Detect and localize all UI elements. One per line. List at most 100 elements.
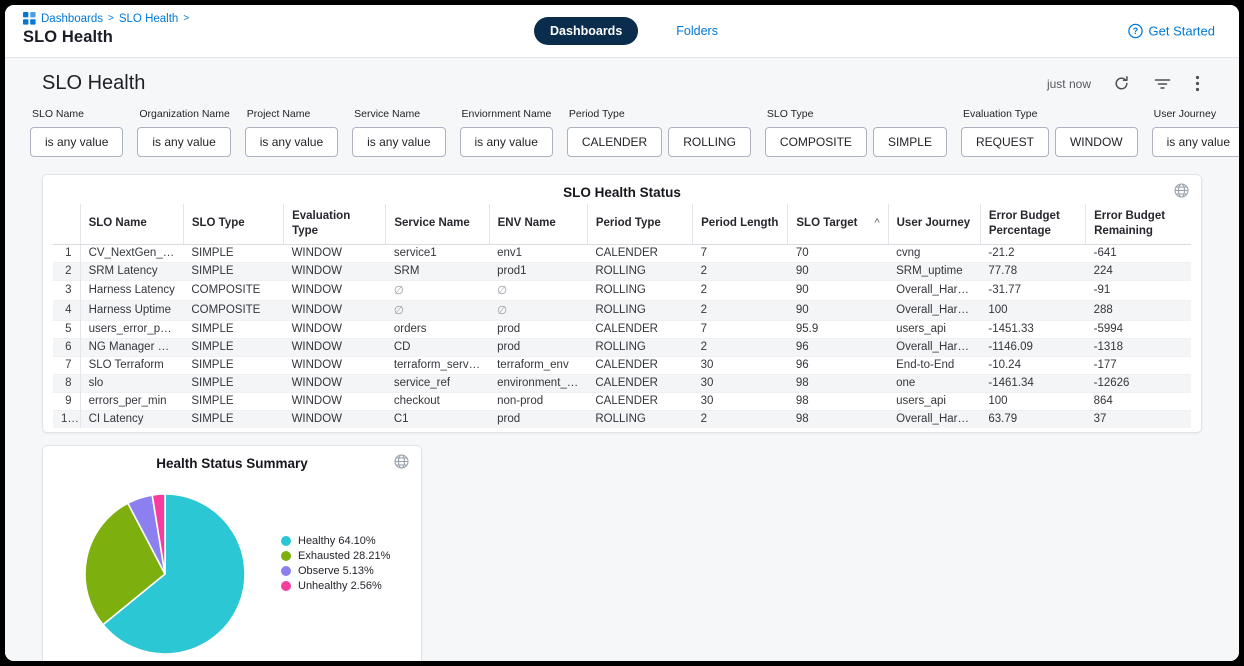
cell-period-length: 2 (693, 300, 788, 320)
filter-option-slo-type-composite[interactable]: COMPOSITE (765, 127, 867, 157)
filter-option-slo-type-simple[interactable]: SIMPLE (873, 127, 947, 157)
cell-slo-name: Harness Uptime (80, 300, 183, 320)
column-header-error-budget-remaining[interactable]: Error Budget Remaining (1086, 204, 1191, 244)
cell-period-type: ROLLING (587, 338, 692, 356)
slo-health-status-card: SLO Health Status SLO NameSLO TypeEvalua… (42, 174, 1202, 433)
column-header-env-name[interactable]: ENV Name (489, 204, 587, 244)
filter-controls: is any value (352, 127, 445, 157)
cell-period-length: 7 (693, 244, 788, 262)
get-started-link[interactable]: ? Get Started (1128, 24, 1215, 39)
globe-icon[interactable] (394, 454, 409, 474)
cell-error-budget-remaining: -641 (1086, 244, 1191, 262)
cell-evaluation-type: WINDOW (284, 410, 386, 428)
filter-option-evaluation-type-request[interactable]: REQUEST (961, 127, 1049, 157)
cell-slo-type: SIMPLE (183, 410, 283, 428)
filter-group-organization-name: Organization Nameis any value (137, 108, 230, 157)
breadcrumb-dashboards[interactable]: Dashboards (41, 13, 103, 25)
dashboard-header: SLO Health just now (42, 72, 1202, 95)
table-row[interactable]: 10CI LatencySIMPLEWINDOWC1prodROLLING298… (53, 410, 1191, 428)
filter-option-organization-name-is-any-value[interactable]: is any value (137, 127, 230, 157)
column-header-error-budget-percentage[interactable]: Error Budget Percentage (980, 204, 1085, 244)
row-number: 7 (53, 356, 80, 374)
cell-service-name: service1 (386, 244, 489, 262)
filter-option-slo-name-is-any-value[interactable]: is any value (30, 127, 123, 157)
table-row[interactable]: 8sloSIMPLEWINDOWservice_refenvironment_r… (53, 374, 1191, 392)
refresh-icon (1113, 75, 1130, 92)
column-label: Period Type (596, 217, 661, 229)
cell-user-journey: End-to-End (888, 356, 980, 374)
more-options-button[interactable] (1193, 73, 1202, 94)
column-header-slo-type[interactable]: SLO Type (183, 204, 283, 244)
table-row[interactable]: 6NG Manager LatencySIMPLEWINDOWCDprodROL… (53, 338, 1191, 356)
table-row[interactable]: 3Harness LatencyCOMPOSITEWINDOW∅∅ROLLING… (53, 280, 1191, 300)
column-header-evaluation-type[interactable]: Evaluation Type (284, 204, 386, 244)
column-header-slo-name[interactable]: SLO Name (80, 204, 183, 244)
pie-card-header: Health Status Summary (53, 454, 411, 475)
cell-service-name: ∅ (386, 280, 489, 300)
column-header-period-length[interactable]: Period Length (693, 204, 788, 244)
filter-option-user-journey-is-any-value[interactable]: is any value (1152, 127, 1239, 157)
filter-option-service-name-is-any-value[interactable]: is any value (352, 127, 445, 157)
cell-slo-type: SIMPLE (183, 320, 283, 338)
filter-controls: is any value (30, 127, 123, 157)
filter-group-project-name: Project Name is any value (245, 108, 338, 157)
cell-env-name: prod (489, 410, 587, 428)
tab-dashboards[interactable]: Dashboards (534, 17, 638, 45)
legend-item-observe[interactable]: Observe 5.13% (281, 565, 390, 577)
cell-slo-name: slo (80, 374, 183, 392)
filter-option-project-name-is-any-value[interactable]: is any value (245, 127, 338, 157)
cell-service-name: service_ref (386, 374, 489, 392)
dashboard-actions: just now (1047, 73, 1202, 94)
filter-option-enviornment-name-is-any-value[interactable]: is any value (460, 127, 553, 157)
tab-folders[interactable]: Folders (660, 17, 734, 45)
table-row[interactable]: 1CV_NextGen_ProdSIMPLEWINDOWservice1env1… (53, 244, 1191, 262)
cell-error-budget-percentage: 100 (980, 392, 1085, 410)
refresh-button[interactable] (1111, 73, 1132, 94)
table-row[interactable]: 5users_error_per_minSIMPLEWINDOWorderspr… (53, 320, 1191, 338)
cell-service-name: terraform_service (386, 356, 489, 374)
cell-slo-target: 90 (788, 280, 888, 300)
filter-option-period-type-calender[interactable]: CALENDER (567, 127, 662, 157)
cell-error-budget-remaining: -91 (1086, 280, 1191, 300)
filter-option-period-type-rolling[interactable]: ROLLING (668, 127, 751, 157)
pie-chart-area: Healthy 64.10% Exhausted 28.21% Observe 5.… (53, 475, 411, 661)
filters-toggle-button[interactable] (1152, 74, 1173, 93)
filter-group-slo-name: SLO Nameis any value (30, 108, 123, 157)
column-label: Error Budget Remaining (1094, 210, 1165, 237)
cell-user-journey: one (888, 374, 980, 392)
column-header-user-journey[interactable]: User Journey (888, 204, 980, 244)
globe-icon[interactable] (1174, 183, 1189, 203)
legend-item-exhausted[interactable]: Exhausted 28.21% (281, 550, 390, 562)
legend-item-unhealthy[interactable]: Unhealthy 2.56% (281, 580, 390, 592)
filter-label: Project Name (247, 108, 338, 120)
cell-slo-name: users_error_per_min (80, 320, 183, 338)
cell-user-journey: Overall_Harness (888, 300, 980, 320)
cell-error-budget-percentage: 100 (980, 300, 1085, 320)
column-label: Error Budget Percentage (989, 210, 1060, 237)
column-header-service-name[interactable]: Service Name (386, 204, 489, 244)
column-header-period-type[interactable]: Period Type (587, 204, 692, 244)
breadcrumb-slo-health[interactable]: SLO Health (119, 13, 178, 25)
row-number: 3 (53, 280, 80, 300)
cell-slo-target: 96 (788, 338, 888, 356)
cell-error-budget-remaining: 864 (1086, 392, 1191, 410)
cell-env-name: env1 (489, 244, 587, 262)
cell-period-type: CALENDER (587, 374, 692, 392)
legend-item-healthy[interactable]: Healthy 64.10% (281, 535, 390, 547)
filter-controls: is any value (460, 127, 553, 157)
filter-option-evaluation-type-window[interactable]: WINDOW (1055, 127, 1138, 157)
cell-slo-target: 96 (788, 356, 888, 374)
column-header-slo-target[interactable]: SLO Target^ (788, 204, 888, 244)
table-row[interactable]: 2SRM LatencySIMPLEWINDOWSRMprod1ROLLING2… (53, 262, 1191, 280)
table-row[interactable]: 7SLO TerraformSIMPLEWINDOWterraform_serv… (53, 356, 1191, 374)
filter-controls: is any value (137, 127, 230, 157)
filter-label: Service Name (354, 108, 445, 120)
cell-slo-target: 70 (788, 244, 888, 262)
legend-label: Unhealthy 2.56% (298, 580, 382, 592)
table-row[interactable]: 9errors_per_minSIMPLEWINDOWcheckoutnon-p… (53, 392, 1191, 410)
table-row[interactable]: 4Harness UptimeCOMPOSITEWINDOW∅∅ROLLING2… (53, 300, 1191, 320)
cell-error-budget-percentage: -21.2 (980, 244, 1085, 262)
topbar-right: ? Get Started (1128, 24, 1215, 39)
cell-slo-type: SIMPLE (183, 374, 283, 392)
cell-slo-target: 98 (788, 410, 888, 428)
